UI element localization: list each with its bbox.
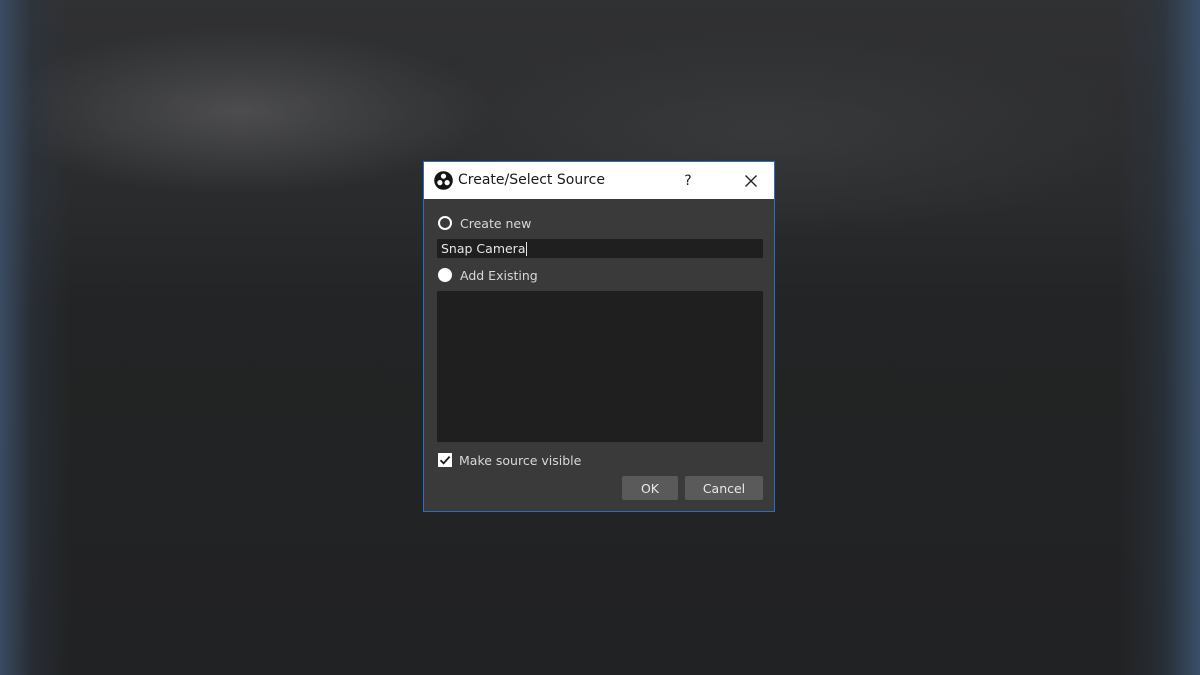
create-new-radio[interactable] <box>438 216 452 230</box>
make-source-visible-option[interactable]: Make source visible <box>438 450 581 470</box>
existing-sources-list[interactable] <box>437 291 763 442</box>
obs-logo-icon <box>434 171 453 190</box>
ok-button[interactable]: OK <box>622 476 678 500</box>
add-existing-option[interactable]: Add Existing <box>438 265 538 285</box>
create-new-label: Create new <box>460 215 532 231</box>
make-source-visible-checkbox[interactable] <box>438 453 452 467</box>
dialog-title: Create/Select Source <box>458 172 605 188</box>
close-icon <box>745 174 757 187</box>
text-caret <box>526 241 528 256</box>
source-name-value: Snap Camera <box>441 241 526 256</box>
create-select-source-dialog: Create/Select Source ? Create new Snap C… <box>423 161 775 512</box>
close-button[interactable] <box>728 162 774 199</box>
create-new-option[interactable]: Create new <box>438 213 531 233</box>
source-name-input[interactable]: Snap Camera <box>437 239 763 258</box>
help-button[interactable]: ? <box>672 162 704 199</box>
add-existing-radio[interactable] <box>438 268 452 282</box>
checkmark-icon <box>439 455 451 465</box>
background-left-edge <box>0 0 70 675</box>
dialog-titlebar[interactable]: Create/Select Source ? <box>424 162 774 199</box>
cancel-button[interactable]: Cancel <box>685 476 763 500</box>
help-icon: ? <box>684 172 692 189</box>
make-source-visible-label: Make source visible <box>459 452 582 468</box>
add-existing-label: Add Existing <box>460 267 538 283</box>
background-right-edge <box>1120 0 1200 675</box>
